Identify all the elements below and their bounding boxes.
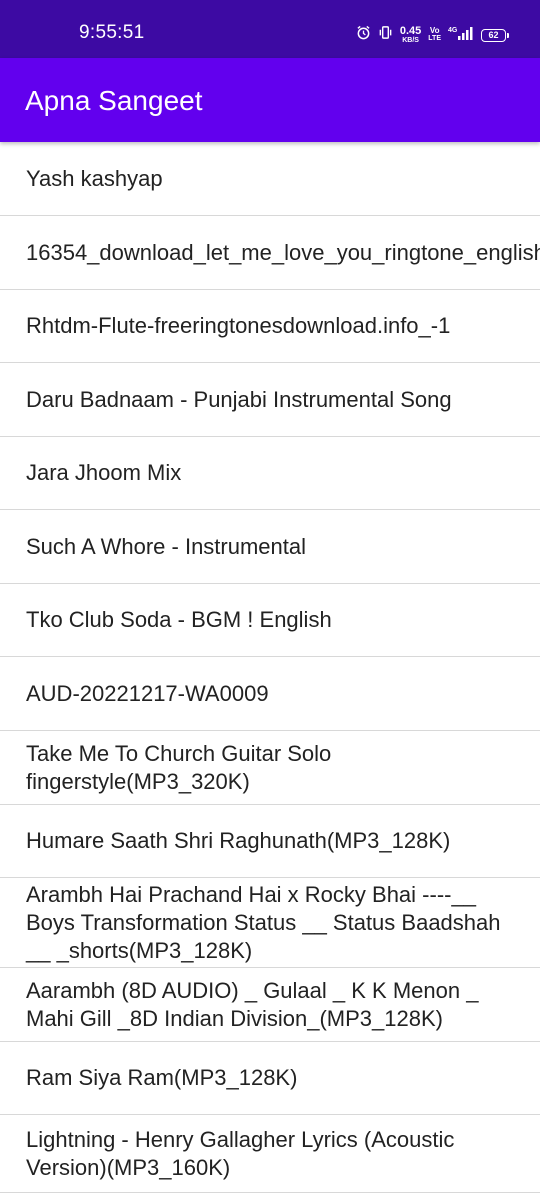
list-item[interactable]: Lightning - Henry Gallagher Lyrics (Acou… [0, 1115, 540, 1193]
list-item[interactable]: Aarambh (8D AUDIO) _ Gulaal _ K K Menon … [0, 968, 540, 1042]
song-title: Yash kashyap [26, 165, 163, 191]
network-speed-unit: KB/S [402, 36, 419, 44]
app-title: Apna Sangeet [25, 85, 203, 116]
status-bar: 9:55:51 0.45 KB/S Vo LTE 4G 62 [0, 0, 540, 58]
song-title: Ram Siya Ram(MP3_128K) [26, 1065, 298, 1090]
alarm-icon [356, 25, 371, 45]
list-item[interactable]: AUD-20221217-WA0009 [0, 657, 540, 731]
list-item[interactable]: Humare Saath Shri Raghunath(MP3_128K) [0, 805, 540, 878]
song-title: Rhtdm-Flute-freeringtonesdownload.info_-… [26, 313, 451, 338]
vibrate-icon [378, 25, 393, 45]
status-time: 9:55:51 [79, 22, 145, 43]
list-item[interactable]: Jara Jhoom Mix [0, 437, 540, 510]
volte-top: Vo [429, 26, 440, 35]
volte-bottom: LTE [428, 35, 441, 42]
volte-indicator: Vo LTE [428, 27, 441, 43]
list-item[interactable]: Arambh Hai Prachand Hai x Rocky Bhai ---… [0, 878, 540, 968]
song-title: Aarambh (8D AUDIO) _ Gulaal _ K K Menon … [26, 977, 479, 1031]
status-icons: 0.45 KB/S Vo LTE 4G 62 [356, 22, 509, 48]
list-item[interactable]: Take Me To Church Guitar Solo fingerstyl… [0, 731, 540, 805]
song-title: Humare Saath Shri Raghunath(MP3_128K) [26, 828, 451, 853]
song-title: Jara Jhoom Mix [26, 460, 182, 485]
song-title: Tko Club Soda - BGM ! English [26, 607, 332, 632]
song-title: Arambh Hai Prachand Hai x Rocky Bhai ---… [26, 881, 501, 963]
list-item[interactable]: Tko Club Soda - BGM ! English [0, 584, 540, 657]
signal-label: 4G [448, 27, 458, 34]
signal-icon: 4G [448, 25, 474, 46]
song-title: Such A Whore - Instrumental [26, 533, 307, 559]
list-item[interactable]: Yash kashyap [0, 142, 540, 216]
battery-icon: 62 [481, 28, 509, 42]
network-speed: 0.45 KB/S [399, 24, 422, 45]
list-item[interactable]: Ram Siya Ram(MP3_128K) [0, 1042, 540, 1115]
list-item[interactable]: Daru Badnaam - Punjabi Instrumental Song [0, 363, 540, 437]
song-title: AUD-20221217-WA0009 [26, 680, 269, 706]
song-list[interactable]: Yash kashyap 16354_download_let_me_love_… [0, 142, 540, 1193]
song-title: Daru Badnaam - Punjabi Instrumental Song [26, 386, 452, 412]
list-item[interactable]: Rhtdm-Flute-freeringtonesdownload.info_-… [0, 290, 540, 363]
list-item[interactable]: 16354_download_let_me_love_you_ringtone_… [0, 216, 540, 290]
list-item[interactable]: Such A Whore - Instrumental [0, 510, 540, 584]
song-title: Take Me To Church Guitar Solo fingerstyl… [26, 740, 332, 794]
app-bar: Apna Sangeet [0, 58, 540, 142]
song-title: 16354_download_let_me_love_you_ringtone_… [26, 239, 540, 265]
song-title: Lightning - Henry Gallagher Lyrics (Acou… [26, 1126, 455, 1180]
network-speed-value: 0.45 [399, 24, 422, 37]
